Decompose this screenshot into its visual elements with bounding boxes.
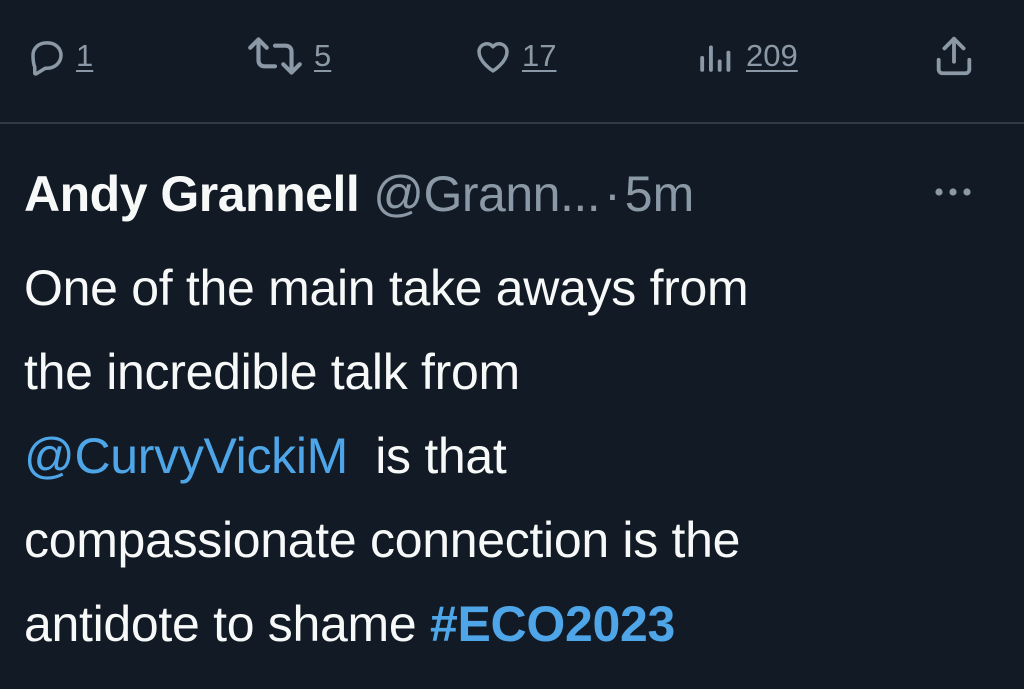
tweet-header: Andy Grannell @Grann... · 5m [24,162,694,226]
reply-icon [26,35,68,77]
like-count[interactable]: 17 [522,38,556,74]
views-count[interactable]: 209 [746,38,798,74]
tweet-text: One of the main take aways from the incr… [24,246,1004,666]
tweet-text-segment: the incredible talk from [24,344,520,400]
hashtag-link[interactable]: #ECO2023 [430,596,675,652]
retweet-count[interactable]: 5 [314,38,331,74]
tweet-text-line: @CurvyVickiM is that [24,414,1004,498]
tweet-text-line: the incredible talk from [24,330,1004,414]
tweet-screen: 1 5 17 209 Andy Grannell @Grann... · 5m … [0,0,1024,689]
tweet-text-line: compassionate connection is the [24,498,1004,582]
like-button[interactable]: 17 [472,34,556,78]
views-button[interactable]: 209 [694,34,798,78]
mention-link[interactable]: @CurvyVickiM [24,428,348,484]
tweet-text-segment: One of the main take aways from [24,260,749,316]
tweet-text-line: antidote to shame #ECO2023 [24,582,1004,666]
tweet-text-segment: is that [348,428,507,484]
tweet-text-segment: compassionate connection is the [24,512,741,568]
heart-icon [472,35,514,77]
tweet-timestamp[interactable]: 5m [625,165,694,223]
reply-button[interactable]: 1 [26,34,93,78]
retweet-button[interactable]: 5 [244,34,331,78]
views-chart-icon [694,35,738,77]
share-icon [930,33,978,79]
author-handle[interactable]: @Grann... [373,165,600,223]
share-button[interactable] [930,34,978,78]
author-name[interactable]: Andy Grannell [24,165,360,223]
reply-count[interactable]: 1 [76,38,93,74]
separator-dot: · [604,166,621,222]
more-options-button[interactable] [928,176,978,212]
tweet-text-segment: antidote to shame [24,596,430,652]
tweet-text-line: One of the main take aways from [24,246,1004,330]
divider [0,122,1024,124]
more-dots-icon [933,185,973,203]
retweet-icon [244,35,306,77]
tweet-action-bar: 1 5 17 209 [0,0,1024,122]
